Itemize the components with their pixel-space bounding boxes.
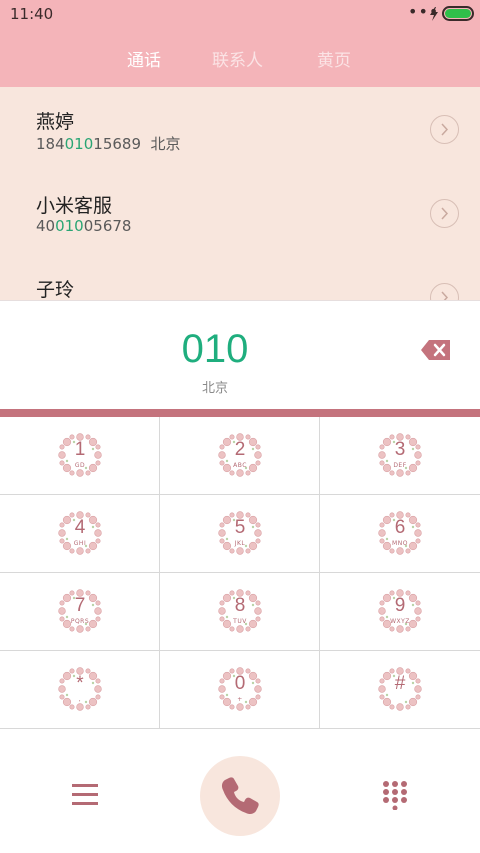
key-digit: # — [394, 673, 406, 694]
bottom-bar — [0, 730, 480, 853]
key-digit: 7 — [74, 595, 86, 616]
result-item[interactable]: 小米客服 4001005678 — [0, 171, 480, 255]
status-bar: 11:40 ••• — [0, 0, 480, 28]
menu-icon[interactable] — [70, 780, 100, 810]
result-name: 燕婷 — [36, 111, 75, 133]
charging-icon — [429, 6, 439, 25]
key-letters: ABC — [233, 462, 247, 469]
key-5[interactable]: 5 JKL — [160, 495, 320, 573]
dialpad-icon[interactable] — [380, 780, 410, 811]
key-digit: * — [76, 673, 84, 694]
search-result-list: 燕婷 18401015689 北京 小米客服 4001005678 子玲 — [0, 87, 480, 300]
chevron-right-icon[interactable] — [430, 115, 459, 144]
key-3[interactable]: 3 DEF — [320, 417, 480, 495]
number-match: 010 — [64, 135, 94, 153]
key-digit: 1 — [74, 439, 86, 460]
key-digit: 2 — [234, 439, 246, 460]
result-item[interactable]: 子玲 — [0, 255, 480, 300]
key-0[interactable]: 0 + — [160, 651, 320, 729]
key-digit: 4 — [74, 517, 86, 538]
divider-bar — [0, 409, 480, 417]
key-letters: DEF — [393, 462, 407, 469]
key-7[interactable]: 7 PQRS — [0, 573, 160, 651]
key-letters: + — [237, 696, 243, 703]
result-location: 北京 — [150, 135, 181, 153]
number-match: 010 — [55, 217, 84, 235]
key-digit: 8 — [234, 595, 246, 616]
status-time: 11:40 — [10, 5, 54, 23]
key-star[interactable]: *, — [0, 651, 160, 729]
number-location: 北京 — [201, 381, 228, 396]
key-hash[interactable]: # — [320, 651, 480, 729]
result-name: 小米客服 — [36, 195, 113, 217]
key-digit: 0 — [234, 673, 246, 694]
key-1[interactable]: 1 GD — [0, 417, 160, 495]
backspace-icon[interactable] — [420, 339, 452, 365]
key-6[interactable]: 6 MNO — [320, 495, 480, 573]
tab-contacts[interactable]: 联系人 — [212, 46, 263, 71]
result-name: 子玲 — [36, 279, 75, 300]
key-2[interactable]: 2 ABC — [160, 417, 320, 495]
dialpad: 1 GD 2 ABC 3 DEF 4 GHI 5 JKL 6 MNO 7 PQRS 8 TUV 9 WXYZ *, 0… — [0, 417, 480, 730]
key-letters: WXYZ — [390, 618, 410, 625]
result-item[interactable]: 燕婷 18401015689 北京 — [0, 87, 480, 171]
key-letters: MNO — [392, 540, 408, 547]
tab-yellow-pages[interactable]: 黄页 — [317, 46, 351, 71]
key-digit: 3 — [394, 439, 406, 460]
key-letters: GD — [74, 462, 86, 469]
battery-icon — [442, 6, 474, 21]
key-letters: GHI — [73, 540, 87, 547]
key-letters: PQRS — [70, 618, 90, 625]
key-digit: 5 — [234, 517, 246, 538]
tab-calls[interactable]: 通话 — [127, 46, 161, 71]
chevron-right-icon[interactable] — [430, 283, 459, 300]
result-number: 4001005678 — [36, 217, 132, 235]
key-letters: TUV — [233, 618, 247, 625]
key-digit: 6 — [394, 517, 406, 538]
phone-icon — [221, 777, 259, 815]
result-number: 18401015689 北京 — [36, 135, 181, 153]
tab-bar: 通话 联系人 黄页 — [0, 28, 480, 87]
call-button[interactable] — [200, 756, 280, 836]
chevron-right-icon[interactable] — [430, 199, 459, 228]
key-9[interactable]: 9 WXYZ — [320, 573, 480, 651]
dialed-number: 010 — [181, 327, 249, 371]
key-letters: , — [78, 696, 82, 703]
key-8[interactable]: 8 TUV — [160, 573, 320, 651]
key-4[interactable]: 4 GHI — [0, 495, 160, 573]
key-digit: 9 — [394, 595, 406, 616]
key-letters: JKL — [234, 540, 246, 547]
